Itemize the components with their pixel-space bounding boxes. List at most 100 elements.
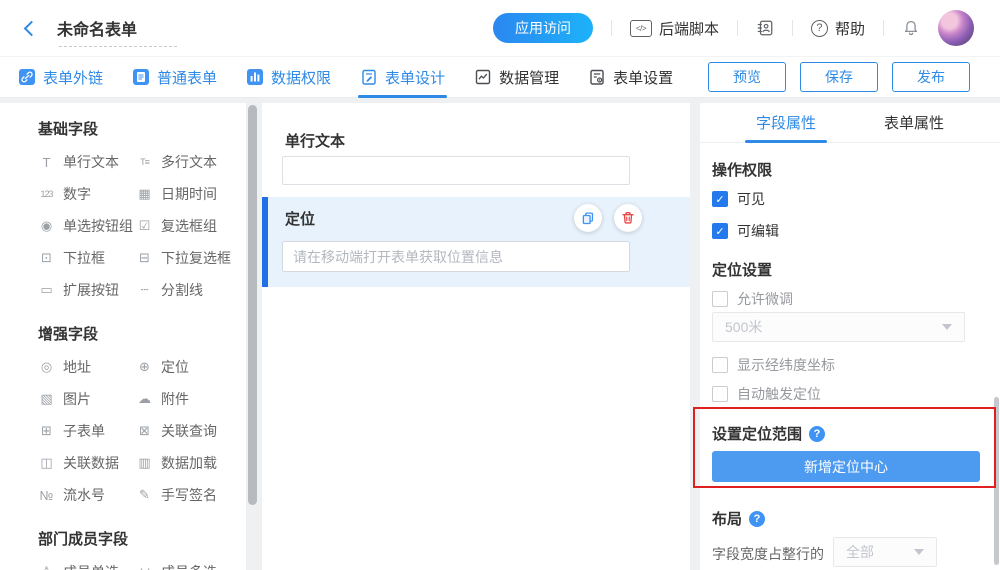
- tab-label: 表单外链: [43, 67, 103, 88]
- checkbox-label: 可编辑: [737, 221, 779, 241]
- field-item-image[interactable]: ▧图片: [38, 389, 136, 409]
- backend-script-button[interactable]: </> 后端脚本: [630, 18, 719, 39]
- field-item-datetime[interactable]: ▦ 日期时间: [136, 184, 246, 204]
- help-label: 帮助: [835, 18, 865, 39]
- help-button[interactable]: ? 帮助: [811, 18, 865, 39]
- help-icon[interactable]: ?: [809, 426, 825, 442]
- chevron-down-icon: [914, 549, 924, 555]
- field-item-number[interactable]: 123数字: [38, 184, 136, 204]
- tab-field-properties[interactable]: 字段属性: [750, 103, 822, 143]
- form-title[interactable]: 未命名表单: [57, 16, 137, 40]
- data-management-icon: [474, 68, 492, 86]
- tab-data-management[interactable]: 数据管理: [474, 57, 559, 98]
- multi-line-text-icon: T≡: [136, 157, 153, 167]
- save-button[interactable]: 保存: [800, 62, 878, 92]
- field-item-linked-query[interactable]: ⊠关联查询: [136, 421, 246, 441]
- checkbox-label: 允许微调: [737, 289, 793, 309]
- field-item-label: 流水号: [63, 485, 105, 505]
- user-avatar[interactable]: [938, 10, 974, 46]
- divider-line-icon: ┄: [136, 282, 153, 298]
- checkbox-visible[interactable]: ✓ 可见: [712, 189, 765, 209]
- checkbox-checked-icon: ✓: [712, 223, 728, 239]
- field-item-dropdown[interactable]: ⊡下拉框: [38, 248, 136, 268]
- field-item-serial-number[interactable]: №流水号: [38, 485, 136, 505]
- checkbox-editable[interactable]: ✓ 可编辑: [712, 221, 779, 241]
- field-item-extend-button[interactable]: ▭扩展按钮: [38, 280, 136, 300]
- field-item-subform[interactable]: ⊞子表单: [38, 421, 136, 441]
- field-item-data-load[interactable]: ▥数据加载: [136, 453, 246, 473]
- range-select-value: 500米: [725, 317, 762, 337]
- location-icon: ⊕: [136, 359, 153, 375]
- tab-data-permission[interactable]: 数据权限: [246, 57, 331, 98]
- datetime-icon: ▦: [136, 186, 153, 202]
- divider: [611, 20, 612, 36]
- field-item-dropdown-multi[interactable]: ⊟下拉复选框: [136, 248, 246, 268]
- field-item-label: 日期时间: [161, 184, 217, 204]
- field-item-label: 定位: [161, 357, 189, 377]
- data-load-icon: ▥: [136, 455, 153, 471]
- divider: [883, 20, 884, 36]
- field-item-address[interactable]: ◎ 地址: [38, 357, 136, 377]
- radio-group-icon: ◉: [38, 218, 55, 234]
- field-width-label: 字段宽度占整行的: [712, 544, 824, 564]
- field-item-linked-data[interactable]: ◫关联数据: [38, 453, 136, 473]
- delete-field-button[interactable]: [614, 204, 642, 232]
- copy-field-button[interactable]: [574, 204, 602, 232]
- field-item-label: 成员单选: [63, 562, 119, 570]
- field-item-single-line-text[interactable]: T单行文本: [38, 152, 136, 172]
- field-item-member-single[interactable]: ♙成员单选: [38, 562, 136, 570]
- range-select[interactable]: 500米: [712, 312, 965, 342]
- location-field-selected[interactable]: 定位: [262, 197, 690, 287]
- app-access-button[interactable]: 应用访问: [493, 13, 593, 43]
- tab-form-design[interactable]: 表单设计: [360, 57, 445, 98]
- field-width-select[interactable]: 全部: [833, 537, 937, 567]
- panel-scrollbar-thumb[interactable]: [994, 397, 999, 565]
- notification-bell-icon[interactable]: [902, 19, 920, 37]
- form-designer-app: 未命名表单 应用访问 </> 后端脚本 ? 帮助: [0, 0, 1000, 570]
- checkbox-auto-trigger[interactable]: 自动触发定位: [712, 384, 821, 404]
- field-item-radio-group[interactable]: ◉单选按钮组: [38, 216, 136, 236]
- properties-panel: 字段属性 表单属性 操作权限 ✓ 可见 ✓ 可编辑 定位设置 允许微调 500米…: [700, 103, 1000, 570]
- field-item-attachment[interactable]: ☁附件: [136, 389, 246, 409]
- tab-form-settings[interactable]: 表单设置: [588, 57, 673, 98]
- tab-label: 表单设计: [385, 67, 445, 88]
- contact-book-button[interactable]: [756, 19, 774, 37]
- form-canvas[interactable]: 单行文本 定位: [262, 103, 690, 570]
- tab-form-properties[interactable]: 表单属性: [878, 103, 950, 143]
- field-item-label: 关联数据: [63, 453, 119, 473]
- number-icon: 123: [38, 189, 55, 199]
- publish-button[interactable]: 发布: [892, 62, 970, 92]
- field-item-checkbox-group[interactable]: ☑复选框组: [136, 216, 246, 236]
- sidebar-scrollbar-thumb[interactable]: [248, 105, 257, 505]
- field-item-location[interactable]: ⊕ 定位: [136, 357, 246, 377]
- field-item-signature[interactable]: ✎手写签名: [136, 485, 246, 505]
- field-item-label: 关联查询: [161, 421, 217, 441]
- location-field-label: 定位: [285, 208, 315, 229]
- text-field-input[interactable]: [282, 156, 630, 185]
- member-multi-icon: ♙♙: [136, 567, 153, 570]
- trash-icon: [620, 210, 636, 226]
- field-item-label: 地址: [63, 357, 91, 377]
- preview-button[interactable]: 预览: [708, 62, 786, 92]
- field-width-value: 全部: [846, 542, 874, 562]
- back-icon[interactable]: [24, 20, 40, 36]
- field-item-member-multi[interactable]: ♙♙成员多选: [136, 562, 246, 570]
- field-item-divider-line[interactable]: ┄分割线: [136, 280, 246, 300]
- tab-label: 数据管理: [499, 67, 559, 88]
- checkbox-fine-tune[interactable]: 允许微调: [712, 289, 793, 309]
- add-location-center-button[interactable]: 新增定位中心: [712, 451, 980, 482]
- section-title-permissions: 操作权限: [712, 159, 772, 180]
- tab-form-external-link[interactable]: 表单外链: [18, 57, 103, 98]
- field-item-label: 子表单: [63, 421, 105, 441]
- copy-icon: [580, 210, 596, 226]
- tab-normal-form[interactable]: 普通表单: [132, 57, 217, 98]
- field-item-label: 手写签名: [161, 485, 217, 505]
- help-icon[interactable]: ?: [749, 511, 765, 527]
- backend-script-label: 后端脚本: [659, 18, 719, 39]
- field-item-multi-line-text[interactable]: T≡多行文本: [136, 152, 246, 172]
- checkbox-show-latlng[interactable]: 显示经纬度坐标: [712, 355, 835, 375]
- location-field-input[interactable]: [282, 241, 630, 272]
- address-icon: ◎: [38, 359, 55, 375]
- divider: [792, 20, 793, 36]
- image-icon: ▧: [38, 391, 55, 407]
